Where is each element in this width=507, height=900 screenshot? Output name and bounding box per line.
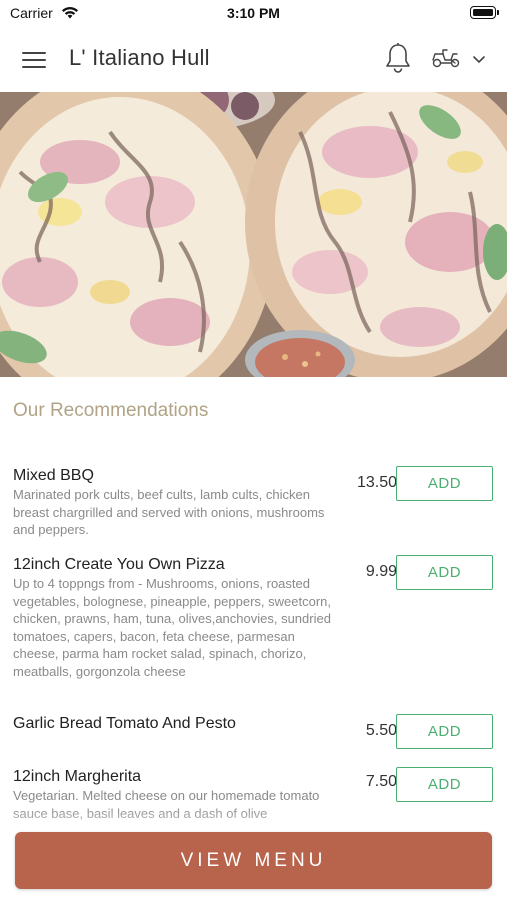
add-button[interactable]: ADD <box>396 555 493 590</box>
list-item: 12inch Create You Own Pizza Up to 4 topp… <box>13 555 493 680</box>
item-description: Marinated pork cults, beef cults, lamb c… <box>13 487 325 537</box>
bell-icon[interactable] <box>384 42 412 79</box>
add-button[interactable]: ADD <box>396 714 493 749</box>
clock: 3:10 PM <box>227 5 280 21</box>
list-item: Garlic Bread Tomato And Pesto 5.50 ADD <box>13 714 493 749</box>
battery-icon <box>470 6 499 19</box>
item-price: 13.50 <box>356 474 397 491</box>
item-price: 9.99 <box>365 563 397 580</box>
menu-icon[interactable] <box>22 50 48 70</box>
hero-banner <box>0 92 507 377</box>
add-button[interactable]: ADD <box>396 767 493 802</box>
app-header: L' Italiano Hull <box>0 28 507 92</box>
scooter-icon[interactable] <box>431 46 461 75</box>
add-button[interactable]: ADD <box>396 466 493 501</box>
pizza-photo <box>0 92 507 377</box>
recommendations-title: Our Recommendations <box>13 400 209 421</box>
list-item: Mixed BBQ Marinated pork cults, beef cul… <box>13 466 493 539</box>
page-title: L' Italiano Hull <box>69 45 210 70</box>
chevron-down-icon[interactable] <box>472 52 486 70</box>
status-bar: Carrier 3:10 PM <box>0 0 507 28</box>
item-price: 5.50 <box>365 722 397 739</box>
item-description: Up to 4 toppngs from - Mushrooms, onions… <box>13 576 331 679</box>
view-menu-button[interactable]: VIEW MENU <box>15 832 492 889</box>
item-price: 7.50 <box>365 773 397 790</box>
